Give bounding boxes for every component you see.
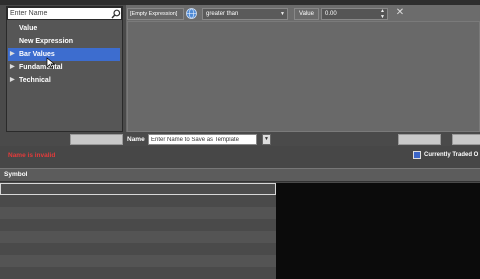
table-row[interactable] (0, 255, 480, 267)
data-cell (276, 207, 480, 219)
table-row[interactable] (0, 207, 480, 219)
status-bar (0, 146, 480, 168)
symbol-cell[interactable] (0, 231, 276, 243)
name-label: Name (127, 136, 145, 143)
value-type-button[interactable]: Value (294, 8, 319, 20)
validation-error: Name is invalid (8, 152, 56, 159)
data-cell (276, 183, 480, 195)
spinner-arrows-icon[interactable]: ▲ ▼ (380, 8, 385, 20)
symbol-cell[interactable] (0, 267, 276, 279)
field-tree: Value New Expression ▶ Bar Values ▶ Fundament… (8, 22, 122, 87)
data-cell (276, 195, 480, 207)
data-cell (276, 243, 480, 255)
expand-icon[interactable]: ▶ (10, 74, 17, 87)
currently-traded-label: Currently Traded O (424, 152, 479, 158)
condition-dropdown[interactable]: greater than ▼ (202, 8, 288, 20)
filter-list-area[interactable] (127, 21, 480, 132)
value-stepper[interactable]: 0.00 ▲ ▼ (321, 8, 388, 20)
table-header (0, 168, 480, 182)
tree-item[interactable]: Value (8, 22, 122, 35)
data-cell (276, 255, 480, 267)
search-input[interactable] (10, 8, 108, 19)
condition-value: greater than (206, 11, 239, 17)
expand-icon[interactable]: ▶ (10, 48, 17, 61)
tree-item-label: Fundamental (19, 64, 63, 71)
tree-item-label: New Expression (19, 38, 74, 45)
tree-item[interactable]: New Expression (8, 35, 122, 48)
tree-item-label: Value (19, 25, 38, 32)
tree-item[interactable]: ▶ Bar Values (8, 48, 120, 61)
data-cell (276, 231, 480, 243)
symbol-cell[interactable] (0, 207, 276, 219)
search-icon[interactable] (111, 9, 121, 19)
template-dropdown-button[interactable]: ▼ (262, 134, 271, 145)
symbol-cell[interactable] (0, 255, 276, 267)
right-action-button-2[interactable] (452, 134, 480, 145)
symbol-cell[interactable] (0, 195, 276, 207)
left-action-button[interactable] (70, 134, 123, 145)
table-row[interactable] (0, 267, 480, 279)
value-text: 0.00 (325, 11, 337, 17)
data-cell (276, 267, 480, 279)
tree-item[interactable]: ▶ Technical (8, 74, 122, 87)
globe-icon[interactable] (186, 8, 197, 19)
symbol-cell[interactable] (0, 219, 276, 231)
table-row[interactable] (0, 219, 480, 231)
table-row[interactable] (0, 231, 480, 243)
data-cell (276, 219, 480, 231)
close-icon[interactable]: ✕ (394, 7, 406, 19)
table-row[interactable] (0, 183, 480, 195)
tree-item-label: Technical (19, 77, 51, 84)
chevron-down-icon: ▼ (280, 11, 285, 17)
table-row[interactable] (0, 243, 480, 255)
mouse-cursor-icon (46, 57, 56, 69)
column-header-symbol[interactable]: Symbol (4, 169, 64, 181)
symbol-cell[interactable] (0, 183, 276, 195)
symbol-cell[interactable] (0, 243, 276, 255)
template-name-input[interactable] (148, 134, 257, 145)
currently-traded-checkbox[interactable] (413, 151, 421, 159)
expression-dropdown[interactable]: [Empty Expression] (127, 8, 184, 20)
expand-icon[interactable]: ▶ (10, 61, 17, 74)
right-action-button-1[interactable] (398, 134, 441, 145)
tree-item[interactable]: ▶ Fundamental (8, 61, 122, 74)
table-row[interactable] (0, 195, 480, 207)
search-box (7, 7, 122, 20)
